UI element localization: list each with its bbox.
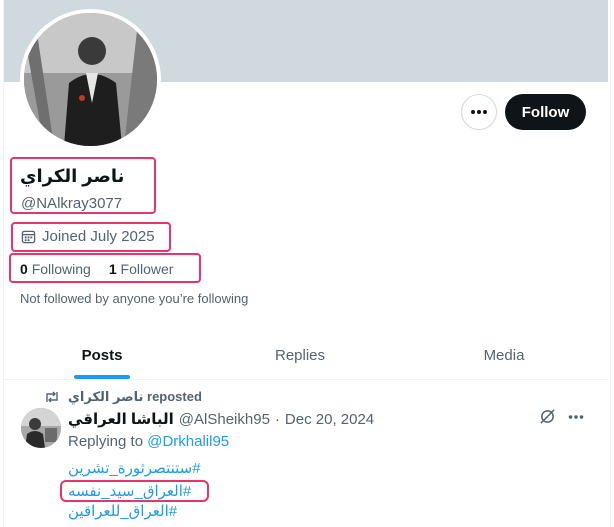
right-border	[610, 0, 614, 527]
profile-display-name: ناصر الكراي	[20, 166, 140, 187]
repost-icon	[46, 391, 58, 403]
post-author-avatar[interactable]	[21, 408, 61, 448]
following-link[interactable]: 0 Following	[20, 261, 91, 277]
more-horizontal-icon	[471, 110, 487, 114]
tab-posts[interactable]: Posts	[4, 332, 200, 379]
following-label: Following	[31, 261, 91, 277]
follow-counts: 0 Following 1 Follower	[20, 261, 173, 277]
more-horizontal-icon[interactable]	[568, 414, 584, 420]
post-author-handle[interactable]: @AlSheikh95	[179, 411, 270, 428]
repost-name[interactable]: ناصر الكراي	[68, 389, 143, 404]
hashtag-link[interactable]: #ستنتصرثورة_تشرين	[68, 459, 201, 477]
post-icons	[539, 408, 584, 425]
following-count: 0	[20, 261, 28, 277]
post-header: الباشا العراقي @AlSheikh95 · Dec 20, 202…	[68, 410, 374, 429]
profile-avatar[interactable]	[24, 13, 157, 146]
not-followed-note: Not followed by anyone you’re following	[20, 291, 249, 306]
followers-link[interactable]: 1 Follower	[109, 261, 174, 277]
joined-date: Joined July 2025	[21, 228, 155, 245]
post-date[interactable]: Dec 20, 2024	[285, 411, 374, 428]
replying-to-link[interactable]: @Drkhalil95	[147, 433, 229, 450]
display-name-text: ناصر الكراي	[20, 166, 125, 186]
hashtag-link[interactable]: #العراق_للعراقين	[68, 502, 177, 520]
repost-suffix: reposted	[147, 389, 202, 404]
followers-label: Follower	[120, 261, 174, 277]
hashtag-link[interactable]: #العراق_سيد_نفسه	[68, 482, 191, 500]
profile-avatar-frame[interactable]	[20, 9, 161, 150]
profile-tabs: Posts Replies Media	[4, 332, 608, 380]
followers-count: 1	[108, 261, 117, 277]
more-options-button[interactable]	[461, 94, 497, 130]
tab-media[interactable]: Media	[400, 332, 608, 379]
grok-icon[interactable]	[539, 408, 556, 425]
joined-text: Joined July 2025	[42, 228, 155, 245]
replying-to: Replying to @Drkhalil95	[68, 433, 229, 450]
repost-indicator: ناصر الكراي reposted	[44, 389, 202, 405]
tab-replies[interactable]: Replies	[200, 332, 400, 379]
profile-handle: @NAlkray3077	[21, 195, 123, 212]
post-author-name[interactable]: الباشا العراقي	[68, 410, 174, 428]
calendar-icon	[21, 230, 36, 244]
replying-prefix: Replying to	[68, 433, 144, 450]
post-separator: ·	[274, 410, 280, 428]
follow-button[interactable]: Follow	[505, 94, 586, 130]
